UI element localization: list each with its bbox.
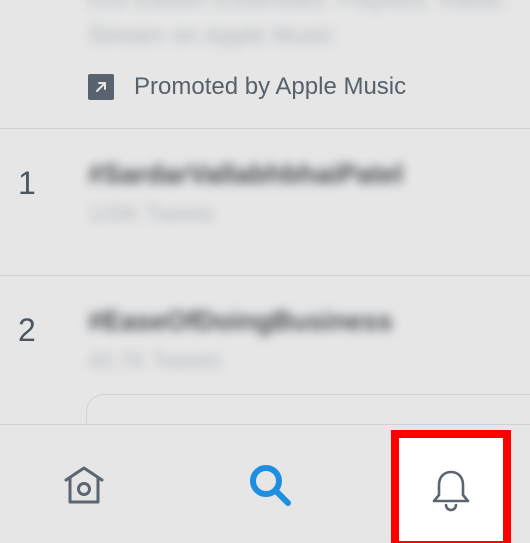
- promoted-by-row: Promoted by Apple Music: [88, 72, 406, 102]
- screen: iOS Edition Essentials. Playlists. Radio…: [0, 0, 530, 543]
- trend-rank: 1: [18, 165, 36, 201]
- search-icon: [250, 465, 291, 506]
- promoted-description: iOS Edition Essentials. Playlists. Radio…: [88, 0, 508, 14]
- trend-tweet-count: 133K Tweets: [88, 201, 215, 226]
- promoted-subtitle: Stream on Apple Music: [88, 22, 335, 49]
- bell-icon: [432, 470, 470, 511]
- home-icon: [64, 466, 104, 504]
- promoted-trend[interactable]: iOS Edition Essentials. Playlists. Radio…: [0, 0, 530, 128]
- bottom-navigation-bar: [0, 424, 530, 543]
- promoted-by-label: Promoted by Apple Music: [134, 73, 407, 100]
- trend-hashtag: #SardarVallabhbhaiPatel: [88, 159, 404, 189]
- nav-notifications-button[interactable]: [391, 430, 511, 543]
- trend-hashtag: #EaseOfDoingBusiness: [88, 306, 393, 336]
- nav-home-button[interactable]: [54, 455, 114, 515]
- trend-item-1[interactable]: 1 #SardarVallabhbhaiPatel 133K Tweets: [0, 129, 530, 275]
- nav-search-button[interactable]: [238, 453, 302, 517]
- trend-rank: 2: [18, 312, 36, 348]
- external-arrow-icon: [88, 74, 114, 100]
- trend-tweet-count: 40.7K Tweets: [88, 348, 221, 373]
